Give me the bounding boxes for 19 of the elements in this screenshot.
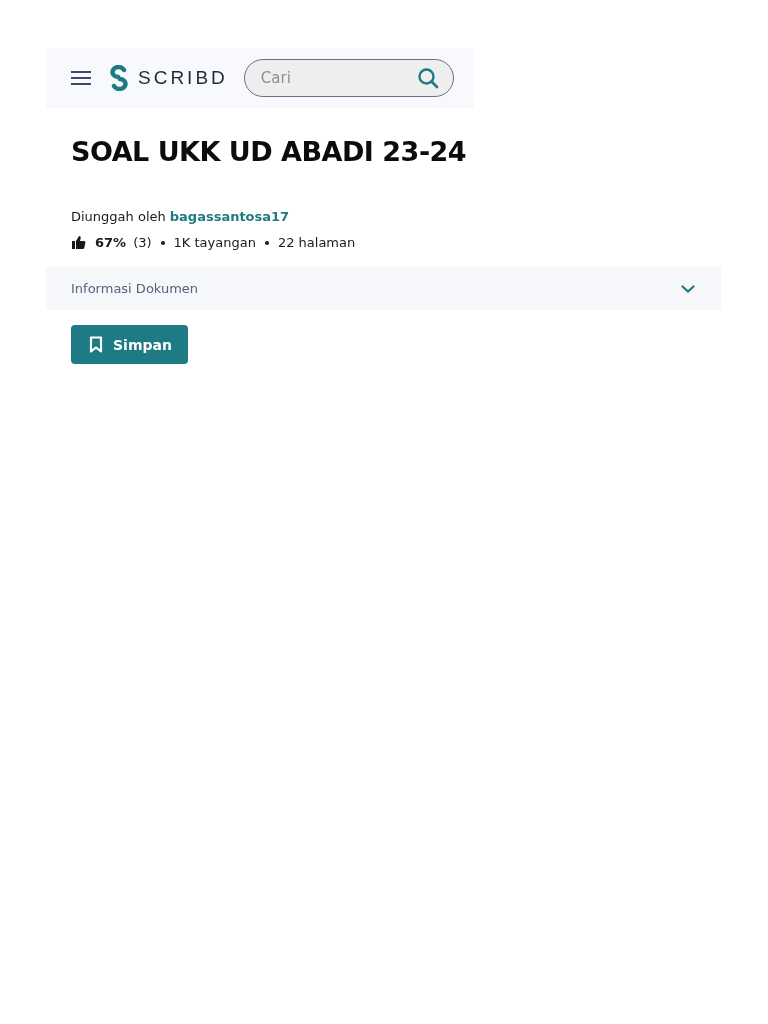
rating-percent: 67% xyxy=(95,235,127,250)
search-field[interactable]: Cari xyxy=(243,59,454,97)
menu-icon[interactable] xyxy=(70,70,92,86)
uploader-link[interactable]: bagassantosa17 xyxy=(169,209,290,224)
document-info-toggle[interactable]: Informasi Dokumen xyxy=(46,267,721,310)
document-title: SOAL UKK UD ABADI 23-24 xyxy=(71,136,468,167)
separator-dot-icon xyxy=(264,240,269,245)
logo-text[interactable]: SCRIBD xyxy=(138,67,228,89)
save-button[interactable]: Simpan xyxy=(71,325,188,364)
page-count: 22 halaman xyxy=(277,235,356,250)
bookmark-icon xyxy=(89,336,103,353)
thumbs-up-icon[interactable] xyxy=(71,235,86,250)
chevron-down-icon xyxy=(681,284,695,293)
view-count: 1K tayangan xyxy=(173,235,256,250)
rating-count: (3) xyxy=(133,235,152,250)
uploaded-by-label: Diunggah oleh xyxy=(71,209,166,224)
logo-icon[interactable] xyxy=(108,65,130,91)
separator-dot-icon xyxy=(160,240,165,245)
search-icon[interactable] xyxy=(416,67,439,89)
